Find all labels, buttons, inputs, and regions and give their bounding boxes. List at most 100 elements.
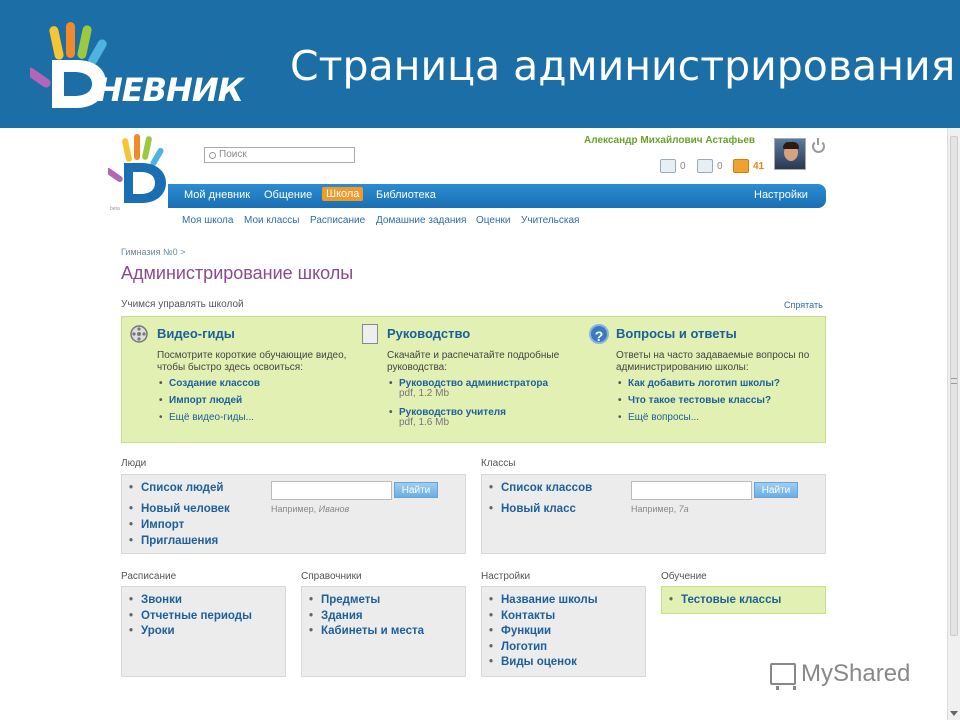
nav-school[interactable]: Школа [322, 187, 364, 201]
settings-label: Настройки [481, 571, 531, 582]
classes-search-input[interactable] [631, 481, 752, 500]
link-subjects[interactable]: Предметы [308, 594, 424, 610]
avatar-hair [783, 142, 799, 149]
subnav-homework[interactable]: Домашние задания [376, 215, 466, 226]
subnav-teachers-room[interactable]: Учительская [521, 215, 579, 226]
nav-library[interactable]: Библиотека [376, 189, 436, 201]
link-more-videos[interactable]: Ещё видео-гиды... [157, 412, 260, 429]
search-icon [209, 151, 216, 159]
subnav-schedule[interactable]: Расписание [310, 215, 365, 226]
classes-hint-prefix: Например, [631, 504, 677, 514]
video-guides-title[interactable]: Видео-гиды [157, 326, 235, 341]
link-buildings[interactable]: Здания [308, 610, 424, 626]
link-contacts[interactable]: Контакты [488, 610, 598, 626]
svg-text:beta: beta [110, 206, 120, 211]
groups-count: 41 [753, 160, 765, 172]
subnav-my-classes[interactable]: Мои классы [244, 215, 299, 226]
link-school-name[interactable]: Название школы [488, 594, 598, 610]
link-new-class[interactable]: Новый класс [488, 503, 592, 521]
references-panel: Предметы Здания Кабинеты и места [301, 586, 466, 677]
people-icon [733, 159, 749, 173]
friends-count: 0 [717, 160, 723, 172]
classes-find-button[interactable]: Найти [754, 482, 798, 498]
messages-count: 0 [680, 160, 686, 172]
classes-panel: Список классов Новый класс Найти Наприме… [481, 474, 826, 554]
scrollbar-grip-icon [951, 378, 957, 384]
nav-settings[interactable]: Настройки [754, 189, 808, 201]
schedule-panel: Звонки Отчетные периоды Уроки [121, 586, 286, 677]
link-new-person[interactable]: Новый человек [128, 503, 230, 519]
link-grade-types[interactable]: Виды оценок [488, 656, 598, 672]
envelope-icon [660, 159, 676, 173]
scrollbar-thumb[interactable] [950, 136, 958, 636]
avatar[interactable] [774, 138, 806, 170]
settings-list: Название школы Контакты Функции Логотип … [488, 594, 598, 672]
logout-power-icon[interactable] [812, 138, 825, 153]
link-people-list[interactable]: Список людей [128, 482, 230, 500]
references-label: Справочники [301, 571, 362, 582]
classes-hint-example: 7а [678, 504, 689, 514]
people-hint-example: Иванов [318, 504, 350, 514]
nav-my-diary[interactable]: Мой дневник [184, 189, 250, 201]
link-lessons[interactable]: Уроки [128, 625, 252, 641]
user-name-link[interactable]: Александр Михайлович Астафьев [584, 135, 755, 146]
hide-link[interactable]: Спрятать [784, 300, 823, 310]
link-more-questions[interactable]: Ещё вопросы... [616, 412, 780, 429]
watermark-text: MyShared [801, 660, 911, 687]
document-icon [362, 324, 378, 344]
guide-desc: Скачайте и распечатайте подробные руково… [387, 350, 560, 373]
link-report-periods[interactable]: Отчетные периоды [128, 610, 252, 626]
subnav-my-school[interactable]: Моя школа [182, 215, 233, 226]
people-list: Список людей Новый человек Импорт Пригла… [128, 482, 230, 551]
cart-icon [770, 663, 796, 690]
link-bells[interactable]: Звонки [128, 594, 252, 610]
classes-hint: Например, 7а [631, 504, 689, 514]
people-label: Люди [121, 458, 147, 469]
breadcrumb[interactable]: Гимназия №0 > [121, 247, 185, 257]
people-hint-prefix: Например, [271, 504, 317, 514]
friends-notification[interactable]: 0 [697, 158, 723, 174]
link-functions[interactable]: Функции [488, 625, 598, 641]
question-icon: ? [589, 324, 609, 344]
person-icon [697, 159, 713, 173]
link-import-people[interactable]: Импорт людей [157, 395, 260, 412]
nav-communication[interactable]: Общение [264, 189, 312, 201]
film-reel-icon [130, 325, 148, 343]
link-teacher-guide[interactable]: Руководство учителя pdf, 1.6 Mb [387, 407, 548, 436]
guide-title[interactable]: Руководство [387, 326, 470, 341]
link-test-classes-faq[interactable]: Что такое тестовые классы? [616, 395, 780, 412]
training-label: Обучение [661, 571, 707, 582]
guide-list: Руководство администратора pdf, 1.2 Mb Р… [387, 378, 548, 436]
slide-header: НЕВНИК Страница администрирования [0, 0, 960, 128]
link-rooms[interactable]: Кабинеты и места [308, 625, 424, 641]
schedule-list: Звонки Отчетные периоды Уроки [128, 594, 252, 641]
messages-notification[interactable]: 0 [660, 158, 686, 174]
link-logo[interactable]: Логотип [488, 641, 598, 657]
learn-section-label: Учимся управлять школой [121, 299, 244, 310]
people-find-button[interactable]: Найти [394, 482, 438, 498]
scroll-down-arrow-icon[interactable] [950, 711, 958, 716]
video-guides-list: Создание классов Импорт людей Ещё видео-… [157, 378, 260, 429]
link-test-classes[interactable]: Тестовые классы [668, 594, 781, 610]
video-guides-desc: Посмотрите короткие обучающие видео, что… [157, 350, 347, 373]
link-import[interactable]: Импорт [128, 519, 230, 535]
vertical-scrollbar[interactable] [947, 128, 960, 720]
link-invitations[interactable]: Приглашения [128, 535, 230, 551]
people-search-input[interactable] [271, 481, 392, 500]
faq-title[interactable]: Вопросы и ответы [616, 326, 737, 341]
training-list: Тестовые классы [668, 594, 781, 610]
slide-logo-text: НЕВНИК [96, 71, 244, 109]
link-classes-list[interactable]: Список классов [488, 482, 592, 500]
subnav-grades[interactable]: Оценки [476, 215, 510, 226]
search-input[interactable]: Поиск [204, 147, 355, 163]
admin-guide-meta: pdf, 1.2 Mb [399, 388, 450, 399]
people-panel: Список людей Новый человек Импорт Пригла… [121, 474, 466, 554]
groups-notification[interactable]: 41 [733, 158, 764, 174]
references-list: Предметы Здания Кабинеты и места [308, 594, 424, 641]
watermark: MyShared [770, 660, 911, 690]
teacher-guide-meta: pdf, 1.6 Mb [399, 417, 450, 428]
link-create-classes[interactable]: Создание классов [157, 378, 260, 395]
slide-title: Страница администрирования [290, 42, 956, 90]
link-admin-guide[interactable]: Руководство администратора pdf, 1.2 Mb [387, 378, 548, 407]
link-add-logo-faq[interactable]: Как добавить логотип школы? [616, 378, 780, 395]
